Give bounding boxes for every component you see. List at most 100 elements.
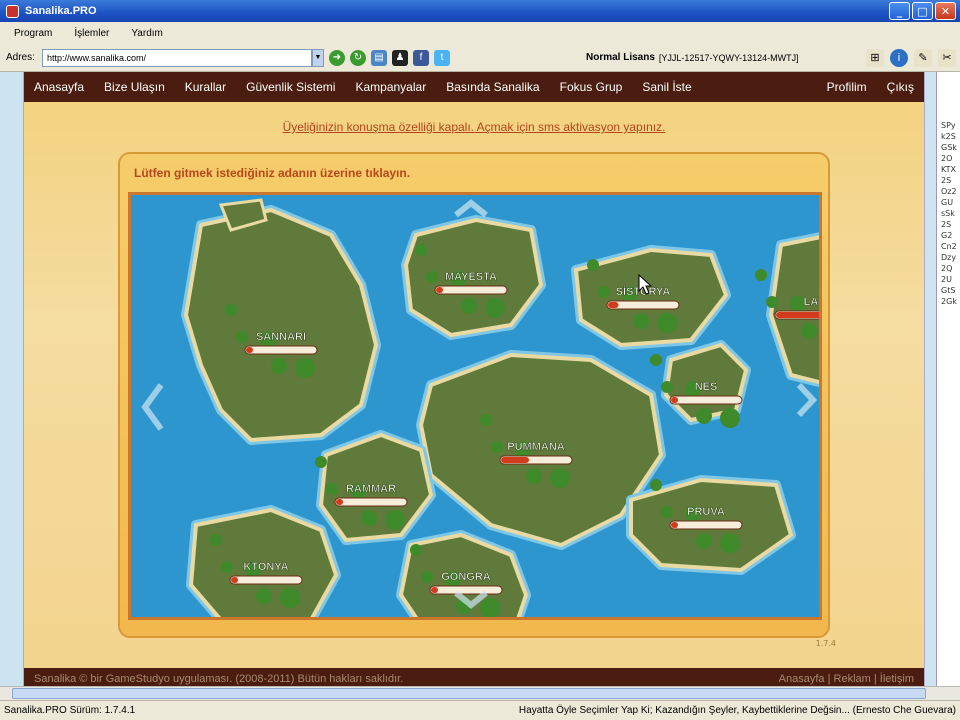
- tree-icon: [801, 323, 817, 339]
- tree-icon: [256, 588, 272, 604]
- island-population-fill: [336, 499, 343, 505]
- tree-icon: [315, 456, 327, 468]
- island-population-bar: [334, 497, 408, 507]
- app-icon: [6, 4, 19, 18]
- horizontal-scrollbar[interactable]: [0, 686, 960, 700]
- island-population-fill: [501, 457, 529, 463]
- island-label: MAYESTA: [445, 271, 497, 283]
- tree-icon: [720, 533, 740, 553]
- tree-icon: [280, 588, 300, 608]
- tree-icon: [587, 259, 599, 271]
- tree-icon: [720, 408, 740, 428]
- go-icon[interactable]: ➜: [329, 49, 345, 66]
- tree-icon: [598, 286, 610, 298]
- map-prompt: Lütfen gitmek istediğiniz adanın üzerine…: [134, 166, 411, 180]
- island-population-fill: [671, 522, 678, 528]
- menu-yardim[interactable]: Yardım: [131, 28, 163, 39]
- facebook-icon[interactable]: f: [413, 49, 429, 66]
- tree-icon: [526, 468, 542, 484]
- sms-notice-link[interactable]: Üyeliğinizin konuşma özelliği kapalı. Aç…: [24, 120, 924, 134]
- nav-bize-ulasin[interactable]: Bize Ulaşın: [94, 80, 175, 94]
- side-letters: SPyk2SGSk2OKTX2SOz2GUsSk2SG2Cn2Dzy2Q2UGt…: [941, 121, 957, 306]
- island-label: PRUVA: [687, 506, 725, 518]
- island-si̇storya[interactable]: SİSTORYA: [571, 245, 731, 350]
- refresh-icon[interactable]: ↻: [350, 49, 366, 66]
- footer-copyright: Sanalika © bir GameStudyo uygulaması. (2…: [34, 673, 404, 685]
- tree-icon: [650, 354, 662, 366]
- minimize-button[interactable]: _: [889, 2, 910, 20]
- address-dropdown-icon[interactable]: ▼: [312, 48, 324, 67]
- page-icon[interactable]: ▤: [371, 49, 387, 66]
- license-label: Normal Lisans: [586, 52, 655, 63]
- island-population-fill: [436, 287, 443, 293]
- right-scrollbar[interactable]: [925, 72, 937, 686]
- info-icon[interactable]: i: [890, 48, 908, 67]
- tree-icon: [650, 479, 662, 491]
- tree-icon: [421, 571, 433, 583]
- app-version: Sanalika.PRO Sürüm: 1.7.4.1: [4, 705, 136, 716]
- nav-profilim[interactable]: Profilim: [817, 80, 877, 94]
- nav-kurallar[interactable]: Kurallar: [175, 80, 236, 94]
- footer-links[interactable]: Anasayfa | Reklam | İletişim: [779, 673, 914, 685]
- twitter-icon[interactable]: t: [434, 49, 450, 66]
- nav-basinda[interactable]: Basında Sanalika: [436, 80, 549, 94]
- nav-guvenlik[interactable]: Güvenlik Sistemi: [236, 80, 345, 94]
- menu-program[interactable]: Program: [14, 28, 52, 39]
- tree-icon: [361, 510, 377, 526]
- menu-bar: Program İşlemler Yardım: [0, 22, 960, 44]
- island-population-fill: [671, 397, 678, 403]
- island-population-fill: [231, 577, 238, 583]
- island-pruva[interactable]: PRUVA: [626, 475, 796, 575]
- nav-sanil-iste[interactable]: Sanil İste: [632, 80, 701, 94]
- address-input[interactable]: [42, 48, 312, 67]
- tree-icon: [696, 533, 712, 549]
- sanalika-site: Anasayfa Bize Ulaşın Kurallar Güvenlik S…: [24, 72, 924, 686]
- island-label: RAMMAR: [346, 483, 396, 495]
- nav-fokus-grup[interactable]: Fokus Grup: [550, 80, 633, 94]
- license-key: [YJJL-12517-YQWY-13124-MWTJ]: [658, 52, 799, 63]
- island-map: SANNARI MAYESTA SİSTORYA LA NES PUMMANA RAMMAR…: [128, 192, 822, 620]
- island-mayesta[interactable]: MAYESTA: [401, 215, 546, 340]
- tree-icon: [271, 358, 287, 374]
- tree-icon: [550, 468, 570, 488]
- tree-icon: [236, 331, 248, 343]
- browser-viewport: Anasayfa Bize Ulaşın Kurallar Güvenlik S…: [0, 72, 960, 686]
- island-rammar[interactable]: RAMMAR: [315, 430, 436, 545]
- island-label: PUMMANA: [507, 441, 564, 453]
- windows-icon[interactable]: ⊞: [866, 48, 884, 67]
- island-label: KTONYA: [243, 561, 288, 573]
- island-population-fill: [246, 347, 253, 353]
- island-population-fill: [608, 302, 619, 308]
- tree-icon: [225, 304, 237, 316]
- tools-icon[interactable]: ✂: [938, 48, 956, 67]
- horizontal-scroll-thumb[interactable]: [12, 688, 926, 699]
- tree-icon: [326, 483, 338, 495]
- tree-icon: [410, 544, 422, 556]
- maximize-button[interactable]: □: [912, 2, 933, 20]
- map-version: 1.7.4: [815, 639, 836, 648]
- island-population-bar: [669, 395, 743, 405]
- nav-cikis[interactable]: Çıkış: [877, 80, 924, 94]
- status-quote: Hayatta Öyle Seçimler Yap Ki; Kazandığın…: [518, 705, 956, 716]
- island-population-fill: [776, 312, 819, 318]
- window-title: Sanalika.PRO: [25, 5, 97, 17]
- island-population-bar: [669, 520, 743, 530]
- island-population-bar: [229, 575, 303, 585]
- menu-islemler[interactable]: İşlemler: [74, 28, 109, 39]
- tree-icon: [385, 510, 405, 530]
- nav-kampanyalar[interactable]: Kampanyalar: [345, 80, 436, 94]
- status-bar: Sanalika.PRO Sürüm: 1.7.4.1 Hayatta Öyle…: [0, 700, 960, 720]
- tree-icon: [766, 296, 778, 308]
- island-population-fill: [431, 587, 438, 593]
- island-ktonya[interactable]: KTONYA: [186, 505, 341, 617]
- tree-icon: [661, 381, 673, 393]
- edit-icon[interactable]: ✎: [914, 48, 932, 67]
- nav-anasayfa[interactable]: Anasayfa: [24, 80, 94, 94]
- close-button[interactable]: ✕: [935, 2, 956, 20]
- left-panel: [0, 72, 24, 686]
- tree-icon: [210, 534, 222, 546]
- island-label: LA: [804, 296, 819, 308]
- user-icon[interactable]: ♟: [392, 49, 408, 66]
- island-population-bar: [244, 345, 318, 355]
- tree-icon: [461, 298, 477, 314]
